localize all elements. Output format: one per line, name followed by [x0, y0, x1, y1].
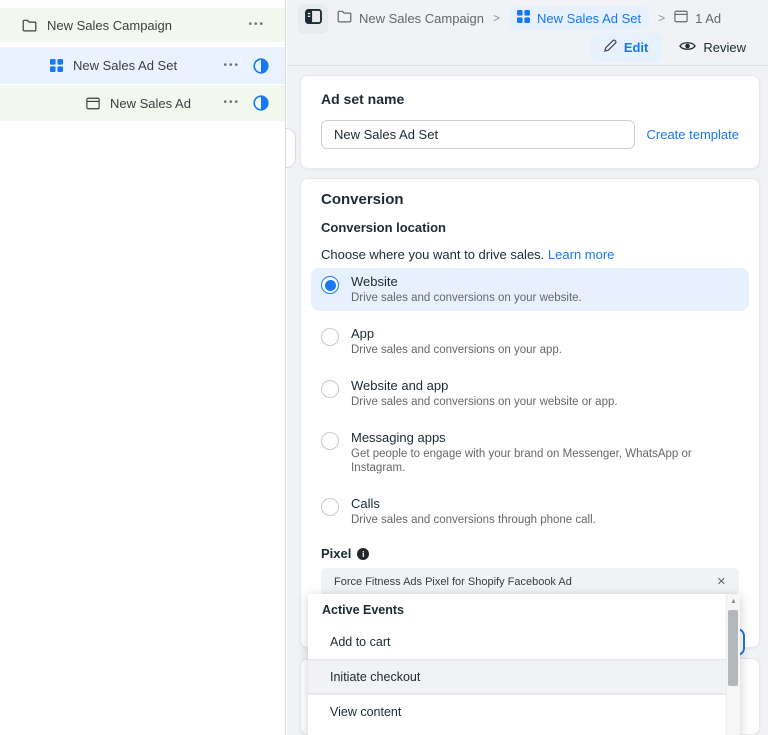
- conversion-location-title: Conversion location: [321, 220, 739, 235]
- create-template-link[interactable]: Create template: [647, 127, 740, 142]
- folder-icon: [22, 19, 37, 32]
- radio-icon[interactable]: [321, 380, 339, 398]
- ad-set-name-title: Ad set name: [321, 91, 739, 107]
- dropdown-item-initiate-checkout[interactable]: Initiate checkout: [308, 659, 740, 694]
- main-panel: New Sales Campaign New Sales Ad Set 1 Ad: [287, 0, 768, 735]
- remove-pixel-icon[interactable]: [717, 577, 726, 588]
- eye-icon: [679, 40, 696, 55]
- ad-set-grid-icon: [50, 59, 63, 72]
- dropdown-item-add-to-cart[interactable]: Add to cart: [308, 624, 740, 659]
- radio-selected-icon[interactable]: [321, 276, 339, 294]
- ad-set-name-card: Ad set name Create template: [300, 75, 760, 169]
- chevron-right-icon: [658, 11, 665, 25]
- scroll-up-icon[interactable]: [727, 594, 740, 605]
- more-options-icon[interactable]: [248, 20, 265, 30]
- pencil-icon: [603, 39, 617, 56]
- learn-more-link[interactable]: Learn more: [548, 247, 614, 262]
- more-options-icon[interactable]: [223, 98, 240, 108]
- option-website[interactable]: Website Drive sales and conversions on y…: [311, 268, 749, 311]
- breadcrumb-label: New Sales Ad Set: [537, 11, 641, 26]
- ad-set-name-input[interactable]: [321, 120, 635, 149]
- contrast-status-icon[interactable]: [253, 95, 269, 111]
- radio-icon[interactable]: [321, 498, 339, 516]
- option-app[interactable]: App Drive sales and conversions on your …: [311, 320, 749, 363]
- conversion-card: Conversion Conversion location Choose wh…: [300, 178, 760, 648]
- sidebar-item-label: New Sales Campaign: [47, 18, 172, 33]
- dropdown-scrollbar[interactable]: [726, 594, 740, 735]
- sidebar-item-label: New Sales Ad Set: [73, 58, 177, 73]
- review-button-label: Review: [703, 40, 746, 55]
- conversion-location-options: Website Drive sales and conversions on y…: [311, 268, 749, 533]
- dropdown-item-view-content[interactable]: View content: [308, 694, 740, 729]
- collapse-sidebar-button[interactable]: [298, 4, 328, 34]
- scrollbar-thumb[interactable]: [728, 610, 738, 686]
- option-messaging-apps[interactable]: Messaging apps Get people to engage with…: [311, 424, 749, 481]
- info-icon[interactable]: [357, 548, 369, 560]
- pixel-value: Force Fitness Ads Pixel for Shopify Face…: [334, 576, 572, 588]
- sidebar-item-label: New Sales Ad: [110, 96, 191, 111]
- sidebar-resize-handle[interactable]: [286, 128, 296, 168]
- conversion-event-dropdown: Active Events Add to cart Initiate check…: [308, 594, 740, 735]
- breadcrumb-ad-set[interactable]: New Sales Ad Set: [509, 6, 649, 30]
- edit-button[interactable]: Edit: [590, 33, 662, 62]
- sidebar-item-ad-set[interactable]: New Sales Ad Set: [0, 47, 285, 84]
- breadcrumb-label: New Sales Campaign: [359, 11, 484, 26]
- more-options-icon[interactable]: [223, 61, 240, 71]
- option-website-and-app[interactable]: Website and app Drive sales and conversi…: [311, 372, 749, 415]
- review-button[interactable]: Review: [679, 40, 746, 55]
- conversion-helper-text: Choose where you want to drive sales. Le…: [321, 247, 739, 262]
- breadcrumb-label: 1 Ad: [695, 11, 721, 26]
- sidebar-toggle-icon: [305, 9, 322, 29]
- main-header: New Sales Campaign New Sales Ad Set 1 Ad: [287, 0, 768, 66]
- dropdown-group-label: Active Events: [308, 594, 740, 624]
- sidebar-item-ad[interactable]: New Sales Ad: [0, 85, 285, 121]
- pixel-label: Pixel: [321, 546, 739, 561]
- campaign-tree-sidebar: New Sales Campaign New Sales Ad Set New …: [0, 0, 286, 735]
- pixel-selector[interactable]: Force Fitness Ads Pixel for Shopify Face…: [321, 568, 739, 596]
- breadcrumb-campaign[interactable]: New Sales Campaign: [337, 10, 484, 26]
- chevron-right-icon: [493, 11, 500, 25]
- ad-frame-icon: [86, 97, 100, 110]
- ad-frame-icon: [674, 10, 688, 26]
- edit-button-label: Edit: [624, 40, 649, 55]
- ad-set-grid-icon: [517, 10, 530, 26]
- radio-icon[interactable]: [321, 432, 339, 450]
- header-actions: Edit Review: [590, 33, 746, 62]
- contrast-status-icon[interactable]: [253, 58, 269, 74]
- radio-icon[interactable]: [321, 328, 339, 346]
- option-calls[interactable]: Calls Drive sales and conversions throug…: [311, 490, 749, 533]
- breadcrumb: New Sales Campaign New Sales Ad Set 1 Ad: [337, 0, 721, 36]
- conversion-title: Conversion: [321, 191, 739, 208]
- folder-icon: [337, 10, 352, 26]
- breadcrumb-ad[interactable]: 1 Ad: [674, 10, 721, 26]
- sidebar-item-campaign[interactable]: New Sales Campaign: [0, 8, 285, 42]
